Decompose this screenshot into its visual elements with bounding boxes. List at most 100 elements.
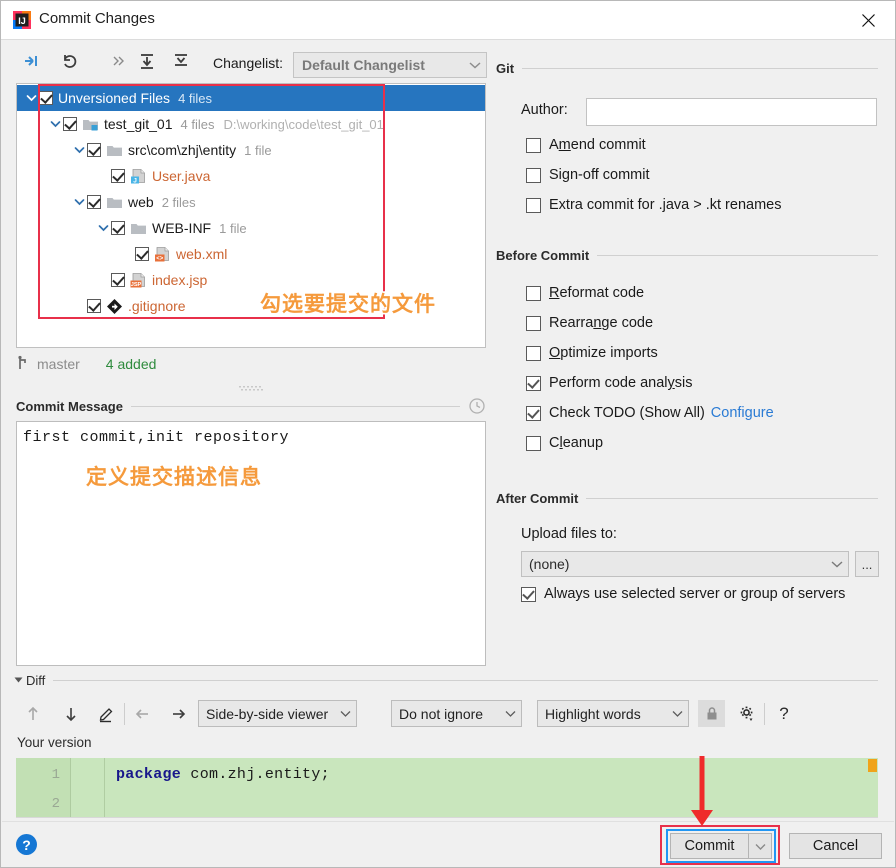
tree-row-checkbox[interactable]: [87, 299, 101, 313]
diff-section-title: Diff: [26, 672, 46, 688]
tree-row-label: WEB-INF: [152, 220, 212, 236]
highlight-mode-dropdown[interactable]: Highlight words: [537, 700, 689, 727]
always-use-server-checkbox[interactable]: [521, 586, 536, 602]
changes-tree[interactable]: Unversioned Files 4 files test_git_01 4 fil…: [16, 83, 486, 348]
before-commit-option-checkbox[interactable]: [526, 405, 541, 421]
tree-row-checkbox[interactable]: [111, 273, 125, 287]
tree-row-src-com-zhj-entity[interactable]: src\com\zhj\entity 1 file: [17, 137, 485, 163]
tree-row-web.xml[interactable]: <> web.xml: [17, 241, 485, 267]
before-commit-option-row-check-todo-show-all[interactable]: Check TODO (Show All) Configure: [526, 405, 774, 421]
folder-icon: [106, 142, 123, 159]
question-mark-icon[interactable]: ?: [771, 699, 797, 729]
svg-text:J: J: [133, 177, 137, 184]
before-commit-section-header: Before Commit: [496, 246, 878, 264]
tree-row-checkbox[interactable]: [63, 117, 77, 131]
collapse-to-left-icon[interactable]: [19, 49, 43, 73]
changelist-label: Changelist:: [213, 55, 284, 71]
tree-row-web-inf[interactable]: WEB-INF 1 file: [17, 215, 485, 241]
next-difference-icon[interactable]: [58, 699, 84, 729]
svg-text:JSP: JSP: [131, 282, 142, 288]
gitignore-file-icon: [106, 298, 123, 315]
tree-row-checkbox[interactable]: [39, 91, 53, 105]
changelist-value: Default Changelist: [302, 57, 425, 73]
expand-arrow-icon[interactable]: [95, 220, 111, 236]
git-option-row-sign-off-commit[interactable]: Sign-off commit: [526, 167, 650, 183]
before-commit-option-checkbox[interactable]: [526, 375, 541, 391]
accept-left-icon[interactable]: [130, 699, 156, 729]
git-option-checkbox[interactable]: [526, 137, 541, 153]
tree-row-web[interactable]: web 2 files: [17, 189, 485, 215]
before-commit-option-row-rearrange-code[interactable]: Rearrange code: [526, 315, 653, 331]
git-option-row-amend-commit[interactable]: Amend commit: [526, 137, 646, 153]
tree-row-unversioned-files[interactable]: Unversioned Files 4 files: [17, 85, 485, 111]
help-button[interactable]: ?: [16, 834, 37, 855]
revert-icon[interactable]: [58, 49, 82, 73]
expand-arrow-icon[interactable]: [23, 90, 39, 106]
close-icon[interactable]: [845, 1, 891, 39]
git-option-label: Extra commit for .java > .kt renames: [549, 197, 782, 213]
divider: [597, 254, 878, 256]
tree-row-checkbox[interactable]: [135, 247, 149, 261]
previous-difference-icon[interactable]: [20, 699, 46, 729]
svg-text:<>: <>: [156, 256, 164, 262]
tree-row-.gitignore[interactable]: .gitignore: [17, 293, 485, 319]
browse-server-button[interactable]: ...: [855, 551, 879, 577]
expand-arrow-icon[interactable]: [71, 194, 87, 210]
whitespace-mode-dropdown[interactable]: Do not ignore: [391, 700, 522, 727]
viewer-mode-dropdown[interactable]: Side-by-side viewer: [198, 700, 357, 727]
folder-icon: [106, 194, 123, 211]
question-mark-glyph: ?: [779, 704, 789, 723]
before-commit-option-row-cleanup[interactable]: Cleanup: [526, 435, 603, 451]
commit-message-input[interactable]: first commit,init repository: [16, 421, 486, 666]
tree-row-checkbox[interactable]: [111, 221, 125, 235]
tree-row-test_git_01[interactable]: test_git_01 4 files D:\working\code\test_g…: [17, 111, 485, 137]
more-actions-icon[interactable]: [107, 49, 131, 73]
edit-source-icon[interactable]: [94, 699, 120, 729]
cancel-button[interactable]: Cancel: [789, 833, 882, 859]
commit-dropdown-button[interactable]: [749, 833, 772, 859]
always-use-server-checkbox-row[interactable]: Always use selected server or group of s…: [521, 586, 845, 602]
before-commit-option-checkbox[interactable]: [526, 435, 541, 451]
before-commit-option-checkbox[interactable]: [526, 345, 541, 361]
git-option-label: Sign-off commit: [549, 167, 650, 183]
commit-message-value: first commit,init repository: [23, 429, 290, 446]
highlight-mode-value: Highlight words: [545, 705, 641, 722]
tree-row-user.java[interactable]: J User.java: [17, 163, 485, 189]
before-commit-option-checkbox[interactable]: [526, 285, 541, 301]
before-commit-option-row-optimize-imports[interactable]: Optimize imports: [526, 345, 658, 361]
gear-icon[interactable]: [734, 699, 760, 729]
tree-row-checkbox[interactable]: [111, 169, 125, 183]
git-option-row-extra-commit-for-java-kt-renames[interactable]: Extra commit for .java > .kt renames: [526, 197, 781, 213]
clock-icon[interactable]: [468, 397, 486, 415]
upload-server-dropdown[interactable]: (none): [521, 551, 849, 577]
expand-all-icon[interactable]: [135, 49, 159, 73]
lock-icon[interactable]: [698, 700, 725, 727]
code-text: com.zhj.entity;: [181, 766, 330, 783]
accept-right-icon[interactable]: [165, 699, 191, 729]
expand-arrow-icon[interactable]: [47, 116, 63, 132]
splitter-grip[interactable]: [239, 378, 265, 391]
before-commit-option-row-perform-code-analysis[interactable]: Perform code analysis: [526, 375, 692, 391]
diff-code-area[interactable]: 1 2 package com.zhj.entity;: [16, 758, 878, 818]
chevron-down-icon[interactable]: [14, 677, 23, 683]
git-option-checkbox[interactable]: [526, 167, 541, 183]
author-field[interactable]: [586, 98, 877, 126]
before-commit-option-row-reformat-code[interactable]: Reformat code: [526, 285, 644, 301]
git-option-checkbox[interactable]: [526, 197, 541, 213]
changelist-dropdown[interactable]: Default Changelist: [293, 52, 487, 78]
before-commit-option-label: Cleanup: [549, 435, 604, 451]
configure-link[interactable]: Configure: [711, 405, 774, 421]
chevron-down-icon: [464, 61, 486, 69]
collapse-all-icon[interactable]: [169, 49, 193, 73]
before-commit-option-checkbox[interactable]: [526, 315, 541, 331]
tree-row-label: web.xml: [176, 246, 228, 262]
git-section-title: Git: [496, 60, 515, 76]
tree-row-checkbox[interactable]: [87, 143, 101, 157]
tree-row-index.jsp[interactable]: JSP index.jsp: [17, 267, 485, 293]
tree-row-checkbox[interactable]: [87, 195, 101, 209]
commit-button[interactable]: Commit: [670, 833, 749, 859]
expand-arrow-icon[interactable]: [71, 142, 87, 158]
